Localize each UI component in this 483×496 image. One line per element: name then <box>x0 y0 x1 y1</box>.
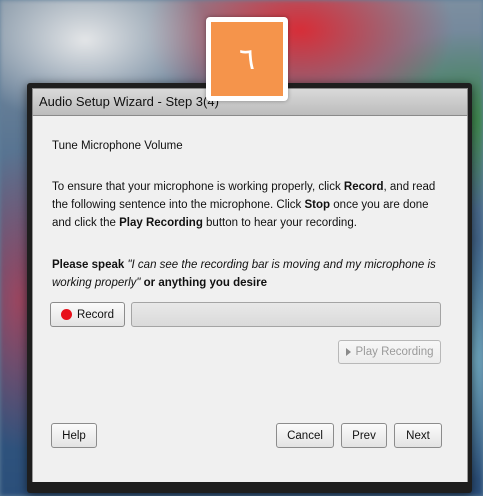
next-button[interactable]: Next <box>394 423 442 448</box>
step-badge: ٦ <box>206 17 288 101</box>
instructions-part1: To ensure that your microphone is workin… <box>52 181 344 193</box>
play-recording-button[interactable]: Play Recording <box>338 340 441 364</box>
play-triangle-icon <box>345 348 351 356</box>
instructions-part4: button to hear your recording. <box>202 217 357 229</box>
speak-prompt: Please speak "I can see the recording ba… <box>52 256 444 292</box>
record-dot-icon <box>60 309 72 320</box>
instructions-stop-word: Stop <box>304 199 331 211</box>
cancel-button[interactable]: Cancel <box>276 423 334 448</box>
prev-button[interactable]: Prev <box>341 423 387 448</box>
record-button-label: Record <box>76 308 115 321</box>
speak-lead: Please speak <box>52 259 128 271</box>
instructions-play-word: Play Recording <box>119 217 203 229</box>
play-recording-label: Play Recording <box>355 346 434 358</box>
section-heading: Tune Microphone Volume <box>52 140 183 152</box>
speak-tail: or anything you desire <box>140 277 267 289</box>
record-button[interactable]: Record <box>50 302 125 327</box>
step-badge-label: ٦ <box>211 22 283 96</box>
instructions-text: To ensure that your microphone is workin… <box>52 178 444 232</box>
help-button[interactable]: Help <box>51 423 97 448</box>
instructions-record-word: Record <box>343 181 384 193</box>
dialog-title: Audio Setup Wizard - Step 3(4) <box>39 94 219 109</box>
recording-level-bar <box>131 302 441 327</box>
